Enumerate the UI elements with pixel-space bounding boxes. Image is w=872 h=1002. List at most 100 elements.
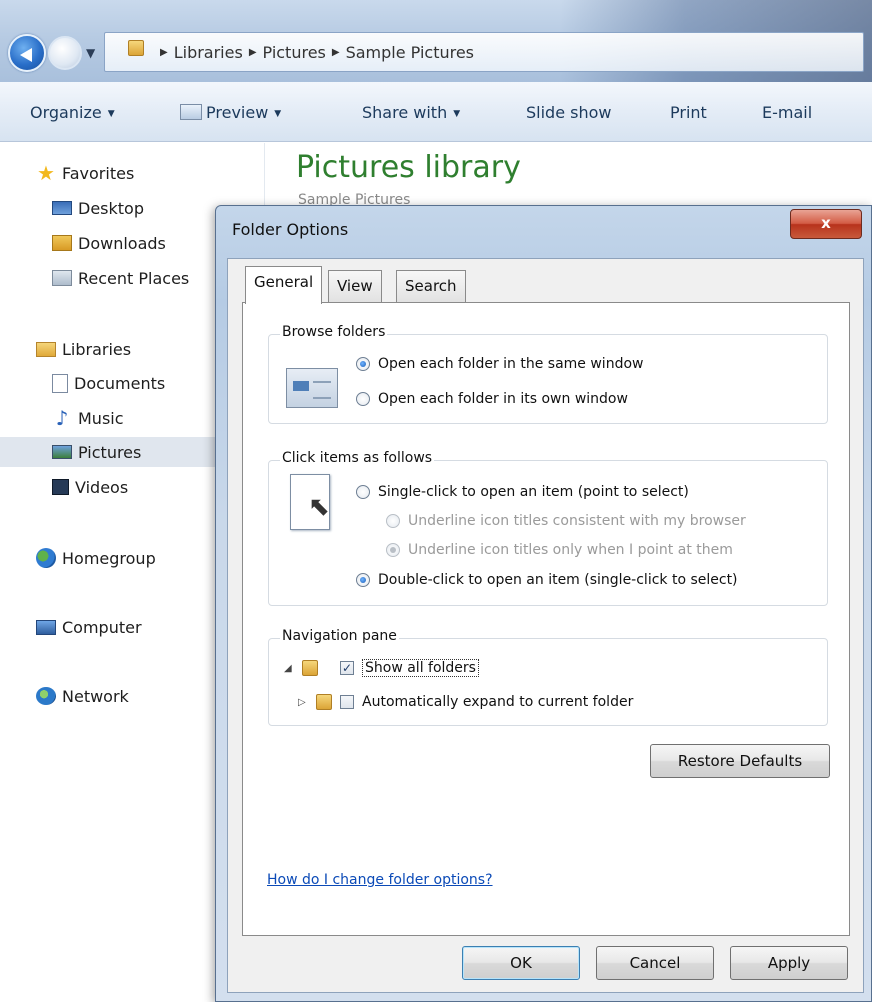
expanded-arrow-icon: ◢ [284, 662, 292, 674]
nav-favorites[interactable]: ★ Favorites [36, 158, 134, 188]
option-label: Open each folder in its own window [378, 391, 628, 407]
nav-label: Documents [74, 373, 166, 393]
radio-button[interactable] [356, 357, 370, 371]
browse-folders-legend: Browse folders [280, 324, 388, 340]
cancel-button[interactable]: Cancel [596, 946, 714, 980]
radio-open-same-window[interactable]: Open each folder in the same window [356, 356, 643, 372]
back-button[interactable] [8, 34, 46, 72]
radio-button[interactable] [356, 485, 370, 499]
radio-underline-browser[interactable]: Underline icon titles consistent with my… [386, 513, 746, 529]
recent-pages-chevron-down-icon[interactable]: ▼ [86, 46, 95, 60]
radio-single-click[interactable]: Single-click to open an item (point to s… [356, 484, 689, 500]
nav-homegroup[interactable]: Homegroup [36, 543, 156, 573]
preview-button[interactable]: Preview ▼ [180, 103, 281, 122]
radio-underline-point[interactable]: Underline icon titles only when I point … [386, 542, 733, 558]
breadcrumb-arrow-icon[interactable]: ▶ [332, 47, 340, 58]
navigation-pane-group [268, 638, 828, 726]
nav-desktop[interactable]: Desktop [52, 193, 144, 223]
share-with-button[interactable]: Share with ▼ [362, 103, 460, 122]
folder-icon [128, 40, 144, 56]
breadcrumb-libraries[interactable]: Libraries [174, 43, 243, 62]
radio-button[interactable] [386, 543, 400, 557]
nav-label: Videos [75, 477, 129, 497]
nav-label: Homegroup [62, 548, 156, 568]
checkbox[interactable]: ✓ [340, 661, 354, 675]
email-button[interactable]: E-mail [762, 103, 812, 122]
breadcrumb: ▶ Libraries ▶ Pictures ▶ Sample Pictures [160, 40, 474, 64]
radio-button[interactable] [356, 573, 370, 587]
option-label: Show all folders [362, 659, 479, 677]
chevron-down-icon: ▼ [453, 109, 461, 119]
nav-documents[interactable]: Documents [52, 368, 165, 398]
libraries-icon [36, 341, 56, 357]
library-title: Pictures library [296, 150, 521, 185]
nav-label: Pictures [78, 442, 142, 462]
nav-downloads[interactable]: Downloads [52, 228, 166, 258]
forward-button[interactable] [48, 36, 82, 70]
slide-show-button[interactable]: Slide show [526, 103, 611, 122]
nav-label: Computer [62, 617, 142, 637]
nav-label: Desktop [78, 198, 144, 218]
radio-button[interactable] [386, 514, 400, 528]
tab-search[interactable]: Search [396, 270, 466, 303]
pointer-cursor-icon: ⬉ [308, 492, 330, 522]
breadcrumb-arrow-icon[interactable]: ▶ [249, 47, 257, 58]
option-label: Double-click to open an item (single-cli… [378, 572, 738, 588]
nav-label: Network [62, 686, 129, 706]
star-icon: ★ [37, 161, 55, 185]
nav-libraries[interactable]: Libraries [36, 334, 131, 364]
click-items-legend: Click items as follows [280, 450, 435, 466]
nav-label: Libraries [62, 339, 132, 359]
tab-general[interactable]: General [245, 266, 323, 304]
print-button[interactable]: Print [670, 103, 707, 122]
checkbox[interactable] [340, 695, 354, 709]
help-link[interactable]: How do I change folder options? [267, 872, 493, 888]
browse-window-icon [286, 368, 338, 408]
option-label: Open each folder in the same window [378, 356, 644, 372]
apply-button[interactable]: Apply [730, 946, 848, 980]
option-label: Automatically expand to current folder [362, 694, 634, 710]
nav-label: Favorites [62, 163, 135, 183]
folder-icon [316, 694, 332, 710]
nav-recent-places[interactable]: Recent Places [52, 263, 189, 293]
chevron-down-icon: ▼ [107, 109, 115, 119]
network-icon [36, 687, 56, 705]
computer-icon [36, 619, 56, 635]
nav-label: Recent Places [78, 268, 190, 288]
checkbox-auto-expand[interactable]: ▷ Automatically expand to current folder [298, 694, 633, 710]
ok-button[interactable]: OK [462, 946, 580, 980]
checkbox-show-all-folders[interactable]: ◢ ✓ Show all folders [284, 659, 479, 677]
breadcrumb-pictures[interactable]: Pictures [263, 43, 326, 62]
nav-label: Music [78, 408, 124, 428]
breadcrumb-arrow-icon[interactable]: ▶ [160, 47, 168, 58]
folder-icon [302, 660, 318, 676]
dialog-title: Folder Options [232, 220, 349, 239]
chevron-down-icon: ▼ [274, 109, 282, 119]
option-label: Underline icon titles consistent with my… [408, 513, 746, 529]
preview-icon [180, 104, 202, 120]
option-label: Underline icon titles only when I point … [408, 542, 733, 558]
restore-defaults-button[interactable]: Restore Defaults [650, 744, 830, 778]
close-button[interactable]: x [790, 209, 862, 239]
videos-icon [52, 479, 69, 495]
radio-open-own-window[interactable]: Open each folder in its own window [356, 391, 628, 407]
collapsed-arrow-icon: ▷ [298, 696, 306, 708]
nav-network[interactable]: Network [36, 681, 129, 711]
organize-button[interactable]: Organize ▼ [30, 103, 115, 122]
downloads-icon [52, 235, 72, 251]
option-label: Single-click to open an item (point to s… [378, 484, 689, 500]
documents-icon [52, 373, 68, 393]
recent-places-icon [52, 270, 72, 286]
music-icon: ♪ [55, 406, 69, 430]
tab-view[interactable]: View [328, 270, 382, 303]
radio-double-click[interactable]: Double-click to open an item (single-cli… [356, 572, 738, 588]
nav-videos[interactable]: Videos [52, 472, 128, 502]
preview-label: Preview [206, 103, 269, 122]
nav-label: Downloads [78, 233, 166, 253]
radio-button[interactable] [356, 392, 370, 406]
breadcrumb-sample-pictures[interactable]: Sample Pictures [346, 43, 474, 62]
homegroup-icon [36, 548, 56, 568]
share-with-label: Share with [362, 103, 448, 122]
nav-music[interactable]: ♪ Music [52, 403, 124, 433]
nav-computer[interactable]: Computer [36, 612, 142, 642]
